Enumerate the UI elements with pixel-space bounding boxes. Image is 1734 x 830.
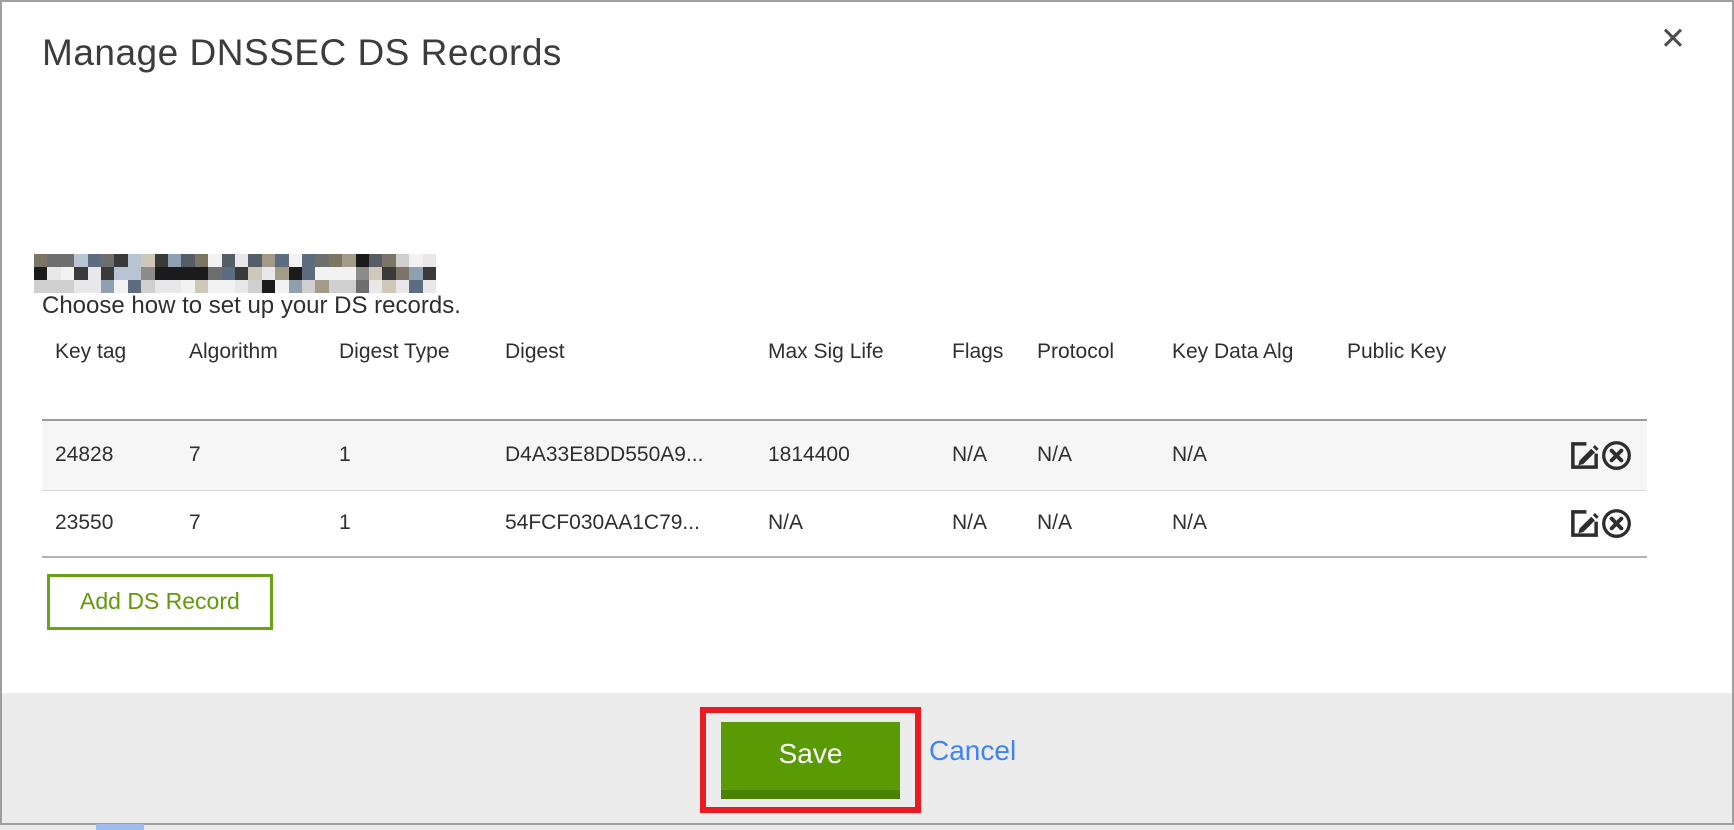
table-cell: N/A [1037, 420, 1172, 490]
column-header: Max Sig Life [768, 327, 952, 420]
table-cell: 1814400 [768, 420, 952, 490]
table-cell: N/A [1172, 420, 1347, 490]
table-cell: N/A [952, 420, 1037, 490]
table-cell: N/A [1172, 490, 1347, 557]
manage-dnssec-modal: Manage DNSSEC DS Records ✕ Choose how to… [0, 0, 1734, 825]
close-icon[interactable]: ✕ [1660, 24, 1686, 55]
edit-icon[interactable] [1569, 508, 1600, 539]
column-header: Key tag [42, 327, 189, 420]
table-cell: 7 [189, 490, 339, 557]
table-row: 2482871D4A33E8DD550A9...1814400N/AN/AN/A [42, 420, 1647, 490]
table-row: 235507154FCF030AA1C79...N/AN/AN/AN/A [42, 490, 1647, 557]
column-header [1562, 327, 1647, 420]
table-cell [1347, 420, 1562, 490]
table-cell: 1 [339, 490, 505, 557]
red-annotation-rectangle: Save [700, 707, 921, 813]
footer-bar: Save Cancel [2, 693, 1732, 823]
add-ds-record-button[interactable]: Add DS Record [47, 574, 273, 630]
page-title: Manage DNSSEC DS Records [42, 32, 562, 74]
column-header: Flags [952, 327, 1037, 420]
redacted-domain-name [34, 254, 436, 293]
ds-records-table: Key tagAlgorithmDigest TypeDigestMax Sig… [42, 327, 1647, 558]
table-header-row: Key tagAlgorithmDigest TypeDigestMax Sig… [42, 327, 1647, 420]
delete-icon[interactable] [1600, 507, 1633, 540]
column-header: Algorithm [189, 327, 339, 420]
table-cell: 24828 [42, 420, 189, 490]
table-cell: 23550 [42, 490, 189, 557]
table-cell: 1 [339, 420, 505, 490]
column-header: Digest Type [339, 327, 505, 420]
table-cell: N/A [1037, 490, 1172, 557]
save-button[interactable]: Save [721, 722, 900, 799]
column-header: Protocol [1037, 327, 1172, 420]
table-cell [1347, 490, 1562, 557]
background-page-fragment [96, 824, 144, 830]
table-cell: 54FCF030AA1C79... [505, 490, 768, 557]
column-header: Public Key [1347, 327, 1562, 420]
table-body: 2482871D4A33E8DD550A9...1814400N/AN/AN/A… [42, 420, 1647, 557]
setup-instruction-text: Choose how to set up your DS records. [42, 292, 461, 320]
row-actions [1562, 490, 1647, 557]
column-header: Digest [505, 327, 768, 420]
table-cell: N/A [768, 490, 952, 557]
delete-icon[interactable] [1600, 439, 1633, 472]
table-cell: D4A33E8DD550A9... [505, 420, 768, 490]
edit-icon[interactable] [1569, 440, 1600, 471]
cancel-link[interactable]: Cancel [929, 735, 1016, 767]
column-header: Key Data Alg [1172, 327, 1347, 420]
row-actions [1562, 420, 1647, 490]
table-cell: 7 [189, 420, 339, 490]
table-cell: N/A [952, 490, 1037, 557]
